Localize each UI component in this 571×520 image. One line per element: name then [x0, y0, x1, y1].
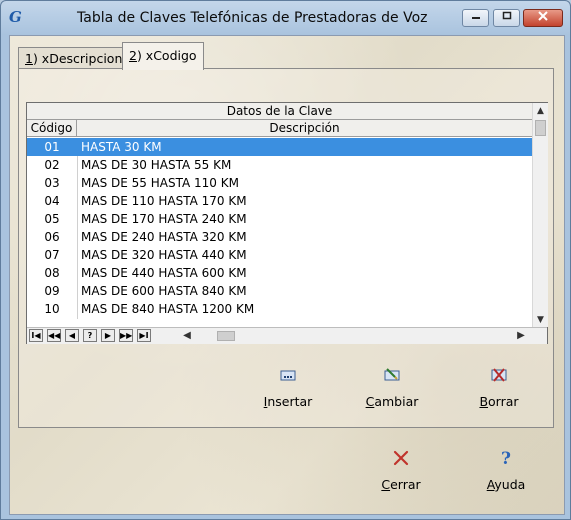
grid-rows: 01 HASTA 30 KM 02 MAS DE 30 HASTA 55 KM 03 MA…: [27, 138, 532, 319]
close-icon: [538, 11, 548, 21]
close-window-button[interactable]: [523, 9, 563, 27]
tab-xcodigo[interactable]: 2) xCodigo: [122, 42, 204, 70]
nav-next-button[interactable]: ▶: [101, 329, 115, 342]
table-row[interactable]: 06 MAS DE 240 HASTA 320 KM: [27, 228, 532, 246]
label-rest: errar: [390, 477, 421, 492]
cambiar-button[interactable]: Cambiar: [352, 366, 432, 420]
tab-accel: 1: [25, 51, 33, 66]
tab-accel: 2: [129, 48, 137, 63]
cell-codigo: 04: [27, 192, 78, 210]
cell-codigo: 09: [27, 282, 78, 300]
label-rest: ambiar: [374, 394, 419, 409]
nav-prev-button[interactable]: ◀: [65, 329, 79, 342]
cell-descripcion: MAS DE 1200 HASTA 1680 KM: [81, 318, 262, 319]
data-grid[interactable]: Datos de la Clave Código Descripción 01 H…: [26, 102, 548, 344]
cell-descripcion: MAS DE 440 HASTA 600 KM: [81, 266, 247, 280]
ayuda-label: Ayuda: [466, 477, 546, 492]
tab-xdescripcion[interactable]: 1) xDescripcion: [18, 47, 130, 69]
cell-descripcion: MAS DE 55 HASTA 110 KM: [81, 176, 239, 190]
restore-button[interactable]: [493, 9, 520, 27]
scroll-right-icon[interactable]: ▶: [514, 329, 528, 343]
title-bar[interactable]: G Tabla de Claves Telefónicas de Prestad…: [1, 1, 570, 35]
window-title: Tabla de Claves Telefónicas de Prestador…: [77, 10, 428, 26]
cerrar-button[interactable]: Cerrar: [361, 449, 441, 503]
borrar-button[interactable]: Borrar: [459, 366, 539, 420]
cell-codigo: 02: [27, 156, 78, 174]
edit-icon: [384, 368, 400, 381]
table-row[interactable]: 03 MAS DE 55 HASTA 110 KM: [27, 174, 532, 192]
borrar-label: Borrar: [459, 394, 539, 409]
help-icon: ?: [501, 449, 511, 467]
insert-icon: [280, 370, 296, 381]
insertar-button[interactable]: Insertar: [248, 366, 328, 420]
app-window: G Tabla de Claves Telefónicas de Prestad…: [0, 0, 571, 520]
minimize-button[interactable]: [462, 9, 489, 27]
scroll-thumb[interactable]: [535, 120, 546, 136]
cell-codigo: 07: [27, 246, 78, 264]
scroll-left-icon[interactable]: ◀: [180, 329, 194, 343]
tab-label: ) xDescripcion: [32, 51, 123, 66]
insertar-label: Insertar: [248, 394, 328, 409]
client-area: 1) xDescripcion 2) xCodigo Datos de la C…: [9, 35, 565, 515]
table-row[interactable]: 08 MAS DE 440 HASTA 600 KM: [27, 264, 532, 282]
table-row[interactable]: 02 MAS DE 30 HASTA 55 KM: [27, 156, 532, 174]
cambiar-label: Cambiar: [352, 394, 432, 409]
cell-codigo: 01: [27, 138, 78, 156]
nav-find-button[interactable]: ?: [83, 329, 97, 342]
accel-key: B: [479, 394, 489, 409]
cell-codigo: 05: [27, 210, 78, 228]
nav-prev-page-button[interactable]: ◀◀: [47, 329, 61, 342]
cell-descripcion: MAS DE 600 HASTA 840 KM: [81, 284, 247, 298]
scroll-down-icon[interactable]: ▼: [533, 313, 548, 327]
cell-descripcion: MAS DE 840 HASTA 1200 KM: [81, 302, 255, 316]
grid-title: Datos de la Clave: [27, 103, 532, 120]
cell-descripcion: MAS DE 110 HASTA 170 KM: [81, 194, 247, 208]
cell-descripcion: MAS DE 320 HASTA 440 KM: [81, 248, 247, 262]
nav-next-page-button[interactable]: ▶▶: [119, 329, 133, 342]
nav-first-button[interactable]: I◀: [29, 329, 43, 342]
cell-codigo: 08: [27, 264, 78, 282]
cell-descripcion: MAS DE 240 HASTA 320 KM: [81, 230, 247, 244]
table-row[interactable]: 05 MAS DE 170 HASTA 240 KM: [27, 210, 532, 228]
tab-label: ) xCodigo: [136, 48, 197, 63]
cell-descripcion: HASTA 30 KM: [81, 140, 162, 154]
table-row[interactable]: 11MAS DE 1200 HASTA 1680 KM: [27, 318, 532, 319]
table-row[interactable]: 07 MAS DE 320 HASTA 440 KM: [27, 246, 532, 264]
cerrar-label: Cerrar: [361, 477, 441, 492]
label-rest: yuda: [494, 477, 526, 492]
close-x-icon: [393, 450, 409, 466]
table-row[interactable]: 10 MAS DE 840 HASTA 1200 KM: [27, 300, 532, 318]
scroll-up-icon[interactable]: ▲: [533, 104, 548, 118]
accel-key: C: [381, 477, 391, 492]
table-row[interactable]: 09 MAS DE 600 HASTA 840 KM: [27, 282, 532, 300]
cell-codigo: 10: [27, 300, 78, 318]
cell-descripcion: MAS DE 30 HASTA 55 KM: [81, 158, 232, 172]
label-rest: nsertar: [267, 394, 313, 409]
horizontal-scroll-thumb[interactable]: [217, 331, 235, 341]
minimize-icon: [471, 17, 480, 19]
grid-navigation-bar: ◀ ▶ I◀ ◀◀ ◀? ▶ ▶▶ ▶I: [27, 327, 547, 344]
ayuda-button[interactable]: ? Ayuda: [466, 449, 546, 503]
cell-descripcion: MAS DE 170 HASTA 240 KM: [81, 212, 247, 226]
app-logo-icon: G: [9, 8, 22, 26]
delete-icon: [491, 368, 507, 382]
vertical-scrollbar[interactable]: ▲ ▼: [532, 103, 548, 327]
svg-text:?: ?: [501, 449, 511, 467]
cell-codigo: 11: [27, 318, 78, 319]
cell-codigo: 03: [27, 174, 78, 192]
restore-icon: [502, 11, 511, 20]
column-header-descripcion[interactable]: Descripción: [77, 120, 532, 137]
nav-last-button[interactable]: ▶I: [137, 329, 151, 342]
table-row[interactable]: 01 HASTA 30 KM: [27, 138, 532, 156]
column-header-codigo[interactable]: Código: [27, 120, 77, 137]
table-row[interactable]: 04 MAS DE 110 HASTA 170 KM: [27, 192, 532, 210]
cell-codigo: 06: [27, 228, 78, 246]
label-rest: orrar: [488, 394, 519, 409]
